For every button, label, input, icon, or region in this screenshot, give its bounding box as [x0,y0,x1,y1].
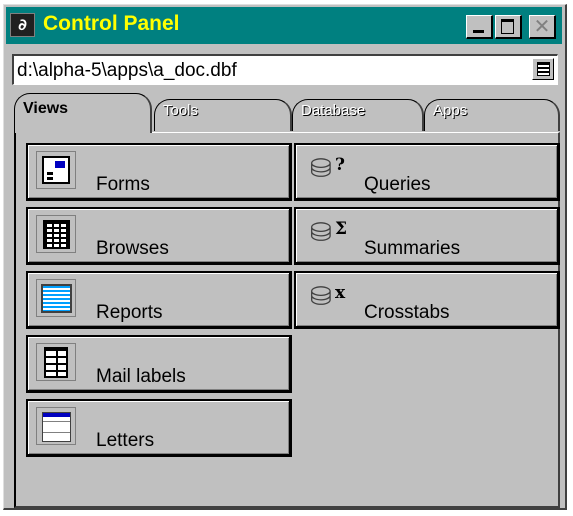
close-button[interactable]: ✕ [529,15,556,39]
crosstab-icon: ⛁ x [304,279,356,317]
crosstabs-button[interactable]: ⛁ x Crosstabs [294,271,560,329]
path-field[interactable]: d:\alpha-5\apps\a_doc.dbf [12,54,558,85]
tab-label: Views [23,100,69,117]
database-glyph: ⛁ [310,154,332,184]
database-glyph: ⛁ [310,282,332,312]
browse-icon [36,215,76,253]
mail-labels-button[interactable]: Mail labels [26,335,292,393]
browses-button[interactable]: Browses [26,207,292,265]
queries-button[interactable]: ⛁ ? Queries [294,143,560,201]
tab-tools[interactable]: Tools [154,99,292,131]
tab-label: Database [301,102,366,119]
item-label: Browses [96,238,169,259]
letter-icon [36,407,76,445]
item-label: Letters [96,430,155,451]
window-title: Control Panel [43,12,180,35]
item-label: Crosstabs [364,302,450,323]
close-icon: ✕ [533,14,551,38]
summary-icon: ⛁ Σ [304,215,356,253]
item-label: Queries [364,174,431,195]
item-label: Mail labels [96,366,186,387]
tab-apps[interactable]: Apps [424,99,560,131]
maximize-button[interactable] [495,15,522,39]
title-bar[interactable]: ∂ Control Panel ✕ [6,7,562,44]
reports-button[interactable]: Reports [26,271,292,329]
mail-labels-icon [36,343,76,381]
minimize-button[interactable] [466,15,493,39]
query-icon: ⛁ ? [304,151,356,189]
path-browse-button[interactable] [532,58,554,80]
item-label: Reports [96,302,163,323]
item-label: Forms [96,174,150,195]
control-panel-window: ∂ Control Panel ✕ d:\alpha-5\apps\a_doc.… [3,4,567,510]
tab-views[interactable]: Views [14,93,152,133]
tab-database[interactable]: Database [292,99,424,131]
tab-label: Tools [163,102,199,119]
path-text: d:\alpha-5\apps\a_doc.dbf [17,60,237,81]
tab-label: Apps [433,102,468,119]
app-icon[interactable]: ∂ [10,13,35,37]
form-icon [36,151,76,189]
item-label: Summaries [364,238,461,259]
forms-button[interactable]: Forms [26,143,292,201]
x-mark: x [335,283,346,303]
summaries-button[interactable]: ⛁ Σ Summaries [294,207,560,265]
letters-button[interactable]: Letters [26,399,292,457]
query-mark: ? [335,155,345,175]
tab-strip: Views Tools Database Apps [14,93,560,133]
database-glyph: ⛁ [310,218,332,248]
views-panel: Forms Browses Reports Mail labels Letter… [14,132,560,508]
sigma-mark: Σ [335,219,348,239]
report-icon [36,279,76,317]
